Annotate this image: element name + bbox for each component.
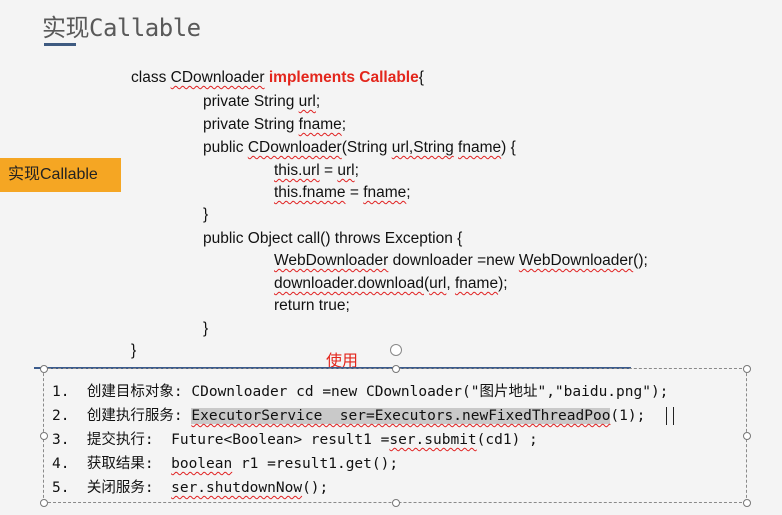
code-line-8: public Object call() throws Exception {: [203, 230, 463, 247]
slide-title: 实现Callable: [42, 14, 201, 42]
step-2: 2. 创建执行服务: ExecutorService ser=Executors…: [52, 408, 646, 424]
code-line-5: this.url = url;: [274, 162, 359, 179]
rotate-handle-icon[interactable]: [390, 344, 402, 356]
code-line-10: downloader.download(url, fname);: [274, 275, 508, 292]
code-line-7: }: [203, 206, 209, 223]
code-line-11: return true;: [274, 297, 350, 314]
code-line-12: }: [203, 320, 209, 337]
step-4: 4. 获取结果: boolean r1 =result1.get();: [52, 456, 399, 472]
code-line-6: this.fname = fname;: [274, 184, 411, 201]
step-5: 5. 关闭服务: ser.shutdownNow();: [52, 480, 329, 496]
resize-handle-bottom-left[interactable]: [40, 499, 48, 507]
code-line-4: public CDownloader(String url,String fna…: [203, 139, 516, 156]
code-line-13: }: [131, 342, 137, 359]
text-cursor-icon: [666, 407, 674, 425]
step-1: 1. 创建目标对象: CDownloader cd =new CDownload…: [52, 384, 669, 400]
resize-handle-top-left[interactable]: [40, 365, 48, 373]
code-line-9: WebDownloader downloader =new WebDownloa…: [274, 252, 648, 269]
code-line-3: private String fname;: [203, 116, 347, 133]
resize-handle-top-right[interactable]: [743, 365, 751, 373]
step-3: 3. 提交执行: Future<Boolean> result1 =ser.su…: [52, 432, 538, 448]
code-line-2: private String url;: [203, 93, 321, 110]
resize-handle-bottom-middle[interactable]: [392, 499, 400, 507]
code-line-1: class CDownloader implements Callable{: [131, 69, 424, 86]
section-tag: 实现Callable: [0, 158, 121, 192]
resize-handle-middle-right[interactable]: [743, 432, 751, 440]
title-underline: [44, 43, 76, 46]
resize-handle-middle-left[interactable]: [40, 432, 48, 440]
resize-handle-top-middle[interactable]: [392, 365, 400, 373]
resize-handle-bottom-right[interactable]: [743, 499, 751, 507]
